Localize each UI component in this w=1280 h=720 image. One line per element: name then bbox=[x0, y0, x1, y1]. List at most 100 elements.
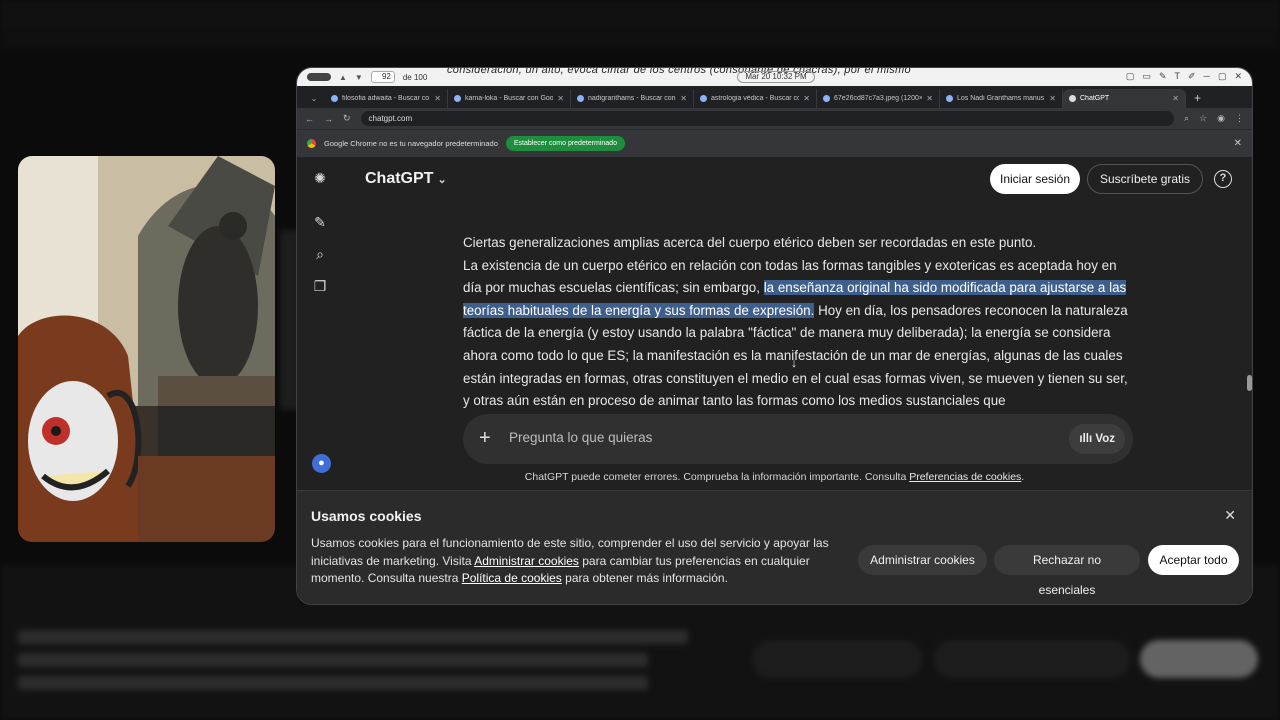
chevron-down-icon: ⌄ bbox=[437, 174, 447, 186]
chevron-up-icon[interactable]: ▲ bbox=[339, 73, 347, 82]
chatgpt-favicon-icon bbox=[1069, 95, 1076, 102]
zoom-icon[interactable]: ⌕ bbox=[1184, 113, 1189, 124]
text-icon[interactable]: T bbox=[1175, 71, 1181, 82]
accept-cookies-button[interactable]: Aceptar todo bbox=[1148, 545, 1239, 575]
address-bar-actions: ⌕ ☆ ◉ ⋮ bbox=[1184, 113, 1244, 124]
tab-label: ChatGPT bbox=[1080, 95, 1110, 102]
new-chat-icon[interactable]: ✎ bbox=[311, 213, 329, 231]
bg-button bbox=[934, 640, 1130, 678]
manage-cookies-button[interactable]: Administrar cookies bbox=[858, 545, 987, 575]
close-icon[interactable]: ✕ bbox=[1234, 71, 1242, 82]
close-infobar-icon[interactable]: ✕ bbox=[1234, 138, 1242, 149]
bg-button bbox=[1140, 640, 1258, 678]
reject-cookies-button[interactable]: Rechazar no esenciales bbox=[994, 545, 1140, 597]
signup-button[interactable]: Suscríbete gratis bbox=[1087, 164, 1204, 194]
url-input[interactable]: chatgpt.com bbox=[360, 111, 1175, 126]
help-icon[interactable]: ? bbox=[1214, 170, 1232, 188]
tab-1[interactable]: kama-loka - Buscar con Goo ✕ bbox=[448, 89, 571, 108]
set-default-button[interactable]: Establecer como predeterminado bbox=[505, 136, 625, 151]
favicon-icon bbox=[331, 95, 338, 102]
chrome-logo-icon bbox=[307, 139, 316, 148]
chatgpt-page: ✺ ✎ ⌕ ❐ ● ChatGPT ⌄ Iniciar sesión Suscrí… bbox=[297, 157, 1252, 604]
favicon-icon bbox=[577, 95, 584, 102]
back-icon[interactable]: ← bbox=[305, 114, 314, 124]
tab-6-active[interactable]: ChatGPT ✕ bbox=[1063, 89, 1186, 108]
tab-label: Los Nadi Granthams manus bbox=[957, 95, 1045, 102]
note-icon[interactable]: ▭ bbox=[1142, 71, 1151, 82]
disclaimer-text: ChatGPT puede cometer errores. Comprueba… bbox=[524, 471, 910, 483]
datetime-pill[interactable]: Mar 20 10:32 PM bbox=[737, 71, 815, 83]
tab-label: filosofia adwaita - Buscar co bbox=[342, 95, 430, 102]
disclaimer-end: . bbox=[1021, 471, 1025, 483]
pen-icon[interactable]: ✐ bbox=[1188, 71, 1196, 82]
tab-0[interactable]: filosofia adwaita - Buscar co ✕ bbox=[325, 89, 448, 108]
pdf-toggle[interactable] bbox=[307, 73, 331, 81]
tab-label: astrologia védica - Buscar co bbox=[711, 95, 800, 102]
forward-icon[interactable]: → bbox=[324, 114, 333, 124]
favicon-icon bbox=[700, 95, 707, 102]
webcam-overlay bbox=[18, 156, 275, 542]
search-icon[interactable]: ⌕ bbox=[311, 245, 329, 263]
manage-cookies-link[interactable]: Administrar cookies bbox=[474, 554, 579, 568]
composer: + Pregunta lo que quieras ıllı Voz bbox=[463, 414, 1133, 464]
maximize-icon[interactable]: ▢ bbox=[1218, 71, 1227, 82]
favicon-icon bbox=[454, 95, 461, 102]
paragraph-2: La existencia de un cuerpo etérico en re… bbox=[463, 255, 1135, 413]
pdf-tools: ▢ ▭ ✎ T ✐ ─ ▢ ✕ bbox=[1126, 71, 1242, 82]
bg-text-line bbox=[18, 653, 648, 667]
comment-icon[interactable]: ▢ bbox=[1126, 71, 1135, 82]
voice-button[interactable]: ıllı Voz bbox=[1069, 424, 1125, 454]
tab-4[interactable]: 67e26cd87c7a3.jpeg (1200× ✕ bbox=[817, 89, 940, 108]
minimize-icon[interactable]: ─ bbox=[1204, 71, 1210, 82]
favicon-icon bbox=[823, 95, 830, 102]
address-bar-row: ← → ↻ chatgpt.com ⌕ ☆ ◉ ⋮ bbox=[297, 108, 1252, 129]
prompt-input[interactable]: Pregunta lo que quieras bbox=[509, 430, 652, 445]
chevron-down-icon[interactable]: ▼ bbox=[355, 73, 363, 82]
disclaimer: ChatGPT puede cometer errores. Comprueba… bbox=[297, 471, 1252, 483]
tab-2[interactable]: nadigranthams - Buscar con ✕ bbox=[571, 89, 694, 108]
attach-plus-icon[interactable]: + bbox=[479, 426, 491, 450]
voice-label: Voz bbox=[1095, 433, 1115, 445]
close-tab-icon[interactable]: ✕ bbox=[1172, 94, 1179, 103]
highlight-icon[interactable]: ✎ bbox=[1159, 71, 1167, 82]
close-tab-icon[interactable]: ✕ bbox=[1049, 94, 1056, 103]
paragraph-1: Ciertas generalizaciones amplias acerca … bbox=[463, 235, 1037, 250]
menu-dots-icon[interactable]: ⋮ bbox=[1235, 113, 1244, 124]
close-tab-icon[interactable]: ✕ bbox=[434, 94, 441, 103]
close-tab-icon[interactable]: ✕ bbox=[803, 94, 810, 103]
bookmark-star-icon[interactable]: ☆ bbox=[1199, 113, 1207, 124]
cookie-body: Usamos cookies para el funcionamiento de… bbox=[311, 535, 831, 588]
bg-address-bar bbox=[0, 28, 1280, 50]
bg-text-line bbox=[18, 676, 648, 690]
default-browser-infobar: Google Chrome no es tu navegador predete… bbox=[297, 129, 1252, 157]
model-selector[interactable]: ChatGPT ⌄ bbox=[365, 170, 447, 188]
tab-label: kama-loka - Buscar con Goo bbox=[465, 95, 554, 102]
cookie-banner: Usamos cookies ✕ Usamos cookies para el … bbox=[297, 490, 1252, 604]
pdf-page-input[interactable]: 92 bbox=[370, 71, 395, 83]
tab-list-icon[interactable]: ⌄ bbox=[303, 89, 325, 108]
close-tab-icon[interactable]: ✕ bbox=[926, 94, 933, 103]
webcam-image bbox=[18, 156, 275, 542]
new-tab-button[interactable]: + bbox=[1186, 89, 1209, 108]
tab-3[interactable]: astrologia védica - Buscar co ✕ bbox=[694, 89, 817, 108]
reload-icon[interactable]: ↻ bbox=[343, 113, 351, 124]
favicon-icon bbox=[946, 95, 953, 102]
profile-icon[interactable]: ◉ bbox=[1217, 113, 1225, 124]
cookie-text-3: para obtener más información. bbox=[561, 571, 728, 585]
close-cookie-icon[interactable]: ✕ bbox=[1224, 507, 1236, 524]
scroll-down-icon[interactable]: ↓ bbox=[784, 353, 804, 373]
bg-tab-strip bbox=[0, 0, 1280, 28]
bg-text-line bbox=[18, 630, 688, 644]
tab-strip: ⌄ filosofia adwaita - Buscar co ✕ kama-lo… bbox=[297, 86, 1252, 108]
cookie-preferences-link[interactable]: Preferencias de cookies bbox=[909, 471, 1021, 483]
openai-logo-icon[interactable]: ✺ bbox=[311, 169, 329, 187]
close-tab-icon[interactable]: ✕ bbox=[557, 94, 564, 103]
bg-button bbox=[752, 640, 922, 678]
browser-window: ▲ ▼ 92 de 100 consideración, un alto, ev… bbox=[296, 67, 1253, 605]
close-tab-icon[interactable]: ✕ bbox=[680, 94, 687, 103]
cookie-policy-link[interactable]: Política de cookies bbox=[462, 571, 562, 585]
login-button[interactable]: Iniciar sesión bbox=[990, 164, 1081, 194]
tab-5[interactable]: Los Nadi Granthams manus ✕ bbox=[940, 89, 1063, 108]
library-icon[interactable]: ❐ bbox=[311, 277, 329, 295]
scrollbar-thumb[interactable] bbox=[1247, 375, 1252, 391]
